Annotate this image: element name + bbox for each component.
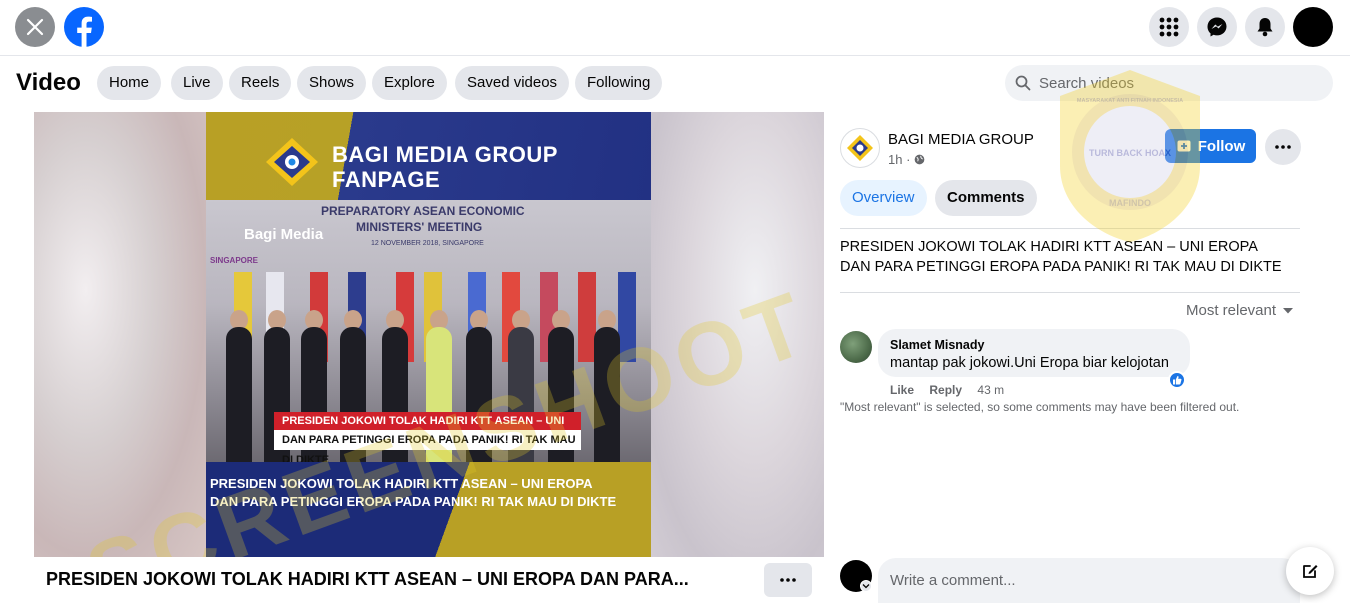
follow-label: Follow [1197,137,1246,155]
commenter-avatar[interactable] [840,331,872,363]
thumbs-up-icon [1173,376,1182,385]
more-horizontal-icon [1275,145,1291,149]
post-options-button[interactable] [1265,129,1301,165]
filter-note: "Most relevant" is selected, so some com… [840,400,1240,414]
more-horizontal-icon [780,578,796,582]
bell-icon [1257,18,1273,37]
tab-home[interactable]: Home [97,66,162,100]
like-reaction-badge[interactable] [1168,371,1186,389]
tab-explore[interactable]: Explore [372,66,447,100]
post-time-text: 1h · [888,152,911,167]
tab-shows[interactable]: Shows [297,66,367,100]
page-name[interactable]: BAGI MEDIA GROUP [888,131,1034,148]
comment-like-link[interactable]: Like [890,383,914,397]
caret-down-icon [1283,307,1294,313]
comment-composer[interactable] [878,558,1300,603]
divider [840,228,1300,229]
singapore-label: SINGAPORE [210,256,259,265]
page-title: Video [16,69,81,96]
menu-button[interactable] [1149,7,1189,47]
follow-page-icon [1177,140,1191,152]
stamp-bottom-text: MAFINDO [1109,198,1151,208]
bagi-media-overlay: Bagi Media [244,226,324,243]
messenger-button[interactable] [1197,7,1237,47]
search-bar[interactable] [1005,65,1333,101]
tab-comments[interactable]: Comments [935,180,1037,216]
search-icon [1015,75,1031,91]
follow-button[interactable]: Follow [1165,129,1256,163]
comment-text: mantap pak jokowi.Uni Eropa biar kelojot… [890,355,1169,371]
tab-saved-videos[interactable]: Saved videos [455,66,570,100]
facebook-logo-icon[interactable] [64,7,104,47]
video-more-button[interactable] [764,563,812,597]
tab-reels[interactable]: Reels [229,66,292,100]
headline-white-band: DAN PARA PETINGGI EROPA PADA PANIK! RI T… [274,430,581,466]
video-frame: BAGI MEDIA GROUP FANPAGE PREPARATORY ASE… [206,112,651,557]
compose-icon [1303,565,1318,578]
new-message-button[interactable] [1286,547,1334,595]
post-description: PRESIDEN JOKOWI TOLAK HADIRI KTT ASEAN –… [840,239,1282,275]
chevron-down-icon [862,584,870,589]
stamp-text: TURN BACK HOAX [1089,148,1171,158]
video-player[interactable]: BAGI MEDIA GROUP FANPAGE PREPARATORY ASE… [34,112,824,557]
caption-line-2: DAN PARA PETINGGI EROPA PADA PANIK! RI T… [210,494,617,509]
comment-input[interactable] [890,572,1280,589]
close-icon [26,18,44,36]
post-time: 1h · [888,152,925,167]
video-nav-bar: Video Home Live Reels Shows Explore Save… [0,57,1350,111]
bagi-media-logo-icon [266,138,318,186]
tab-overview[interactable]: Overview [840,180,927,216]
headline-red-band: PRESIDEN JOKOWI TOLAK HADIRI KTT ASEAN –… [274,412,581,445]
sort-label: Most relevant [1186,302,1277,319]
tab-live[interactable]: Live [171,66,223,100]
comment-sort-dropdown[interactable]: Most relevant [1186,302,1294,319]
comment-time: 43 m [977,383,1005,397]
messenger-icon [1207,17,1227,37]
flag [618,272,636,362]
search-input[interactable] [1039,74,1309,92]
tab-following[interactable]: Following [575,66,663,100]
top-bar [0,0,1350,56]
account-avatar[interactable] [1293,7,1333,47]
grid-menu-icon [1159,17,1179,37]
person [226,327,252,462]
close-button[interactable] [15,7,55,47]
globe-icon [914,154,925,165]
brand-line-2: FANPAGE [332,167,441,192]
account-switcher[interactable] [860,580,872,592]
caption-line-1: PRESIDEN JOKOWI TOLAK HADIRI KTT ASEAN –… [210,476,593,491]
page-avatar[interactable] [840,128,880,168]
comment-actions: Like Reply 43 m [890,383,1016,397]
video-blur-right [651,112,824,557]
banner-date: 12 NOVEMBER 2018, SINGAPORE [371,240,484,247]
divider [840,292,1300,293]
video-blur-left [34,112,206,557]
banner-line-2: MINISTERS' MEETING [356,220,483,234]
banner-line-1: PREPARATORY ASEAN ECONOMIC [321,204,525,218]
comment-author[interactable]: Slamet Misnady [890,338,984,352]
notifications-button[interactable] [1245,7,1285,47]
comment-reply-link[interactable]: Reply [929,383,962,397]
person [594,327,620,462]
brand-line-1: BAGI MEDIA GROUP [332,142,558,167]
bagi-media-logo-icon [847,135,873,161]
video-title: PRESIDEN JOKOWI TOLAK HADIRI KTT ASEAN –… [46,569,689,589]
